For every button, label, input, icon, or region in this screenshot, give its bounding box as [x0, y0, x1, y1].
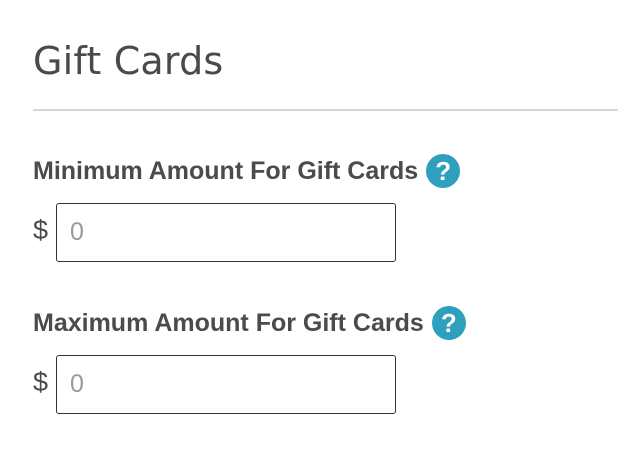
max-amount-label: Maximum Amount For Gift Cards: [33, 309, 424, 338]
min-amount-input[interactable]: [56, 203, 396, 262]
section-divider: [33, 109, 618, 111]
page-title: Gift Cards: [33, 39, 224, 83]
max-amount-label-row: Maximum Amount For Gift Cards?: [33, 306, 466, 341]
min-amount-label: Minimum Amount For Gift Cards: [33, 157, 419, 186]
min-amount-currency-symbol: $: [33, 215, 49, 245]
min-amount-label-row: Minimum Amount For Gift Cards?: [33, 154, 461, 189]
max-amount-input[interactable]: [56, 355, 396, 414]
max-amount-currency-symbol: $: [33, 367, 49, 397]
min-amount-help-icon[interactable]: ?: [426, 154, 461, 189]
max-amount-help-icon[interactable]: ?: [431, 306, 466, 341]
